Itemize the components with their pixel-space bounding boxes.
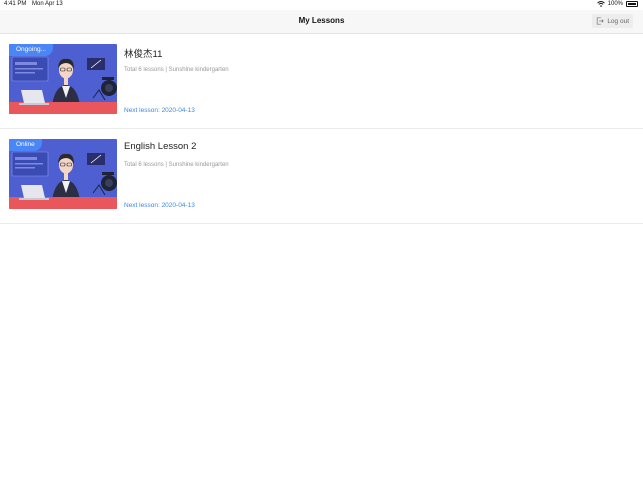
wifi-icon (596, 1, 605, 7)
status-right: 100% (596, 1, 638, 7)
next-lesson-date: Next lesson: 2020-04-13 (124, 202, 195, 209)
page-title: My Lessons (298, 16, 345, 25)
status-date: Mon Apr 13 (32, 1, 63, 7)
status-badge: Ongoing... (9, 44, 53, 56)
logout-label: Log out (607, 17, 629, 25)
status-badge: Online (9, 139, 42, 151)
lesson-item[interactable]: Ongoing... 林俊杰11 Total 6 lessons | Sunsh… (0, 34, 643, 129)
battery-icon (626, 1, 638, 7)
lesson-thumbnail: Ongoing... (9, 44, 117, 114)
next-lesson-date: Next lesson: 2020-04-13 (124, 107, 195, 114)
lesson-subtitle: Total 6 lessons | Sunshine kindergarten (124, 162, 229, 168)
lesson-subtitle: Total 6 lessons | Sunshine kindergarten (124, 67, 229, 73)
lesson-list: Ongoing... 林俊杰11 Total 6 lessons | Sunsh… (0, 34, 643, 224)
status-time: 4:41 PM (4, 1, 27, 7)
lesson-thumbnail: Online (9, 139, 117, 209)
status-left: 4:41 PM Mon Apr 13 (4, 1, 67, 7)
logout-icon (597, 17, 605, 25)
nav-bar: My Lessons Log out (0, 10, 643, 34)
lesson-item[interactable]: Online English Lesson 2 Total 6 lessons … (0, 129, 643, 224)
logout-button[interactable]: Log out (592, 14, 633, 28)
lesson-title: English Lesson 2 (124, 141, 197, 152)
battery-percent: 100% (607, 1, 623, 7)
status-bar: 4:41 PM Mon Apr 13 100% (0, 0, 643, 10)
lesson-title: 林俊杰11 (124, 49, 163, 60)
